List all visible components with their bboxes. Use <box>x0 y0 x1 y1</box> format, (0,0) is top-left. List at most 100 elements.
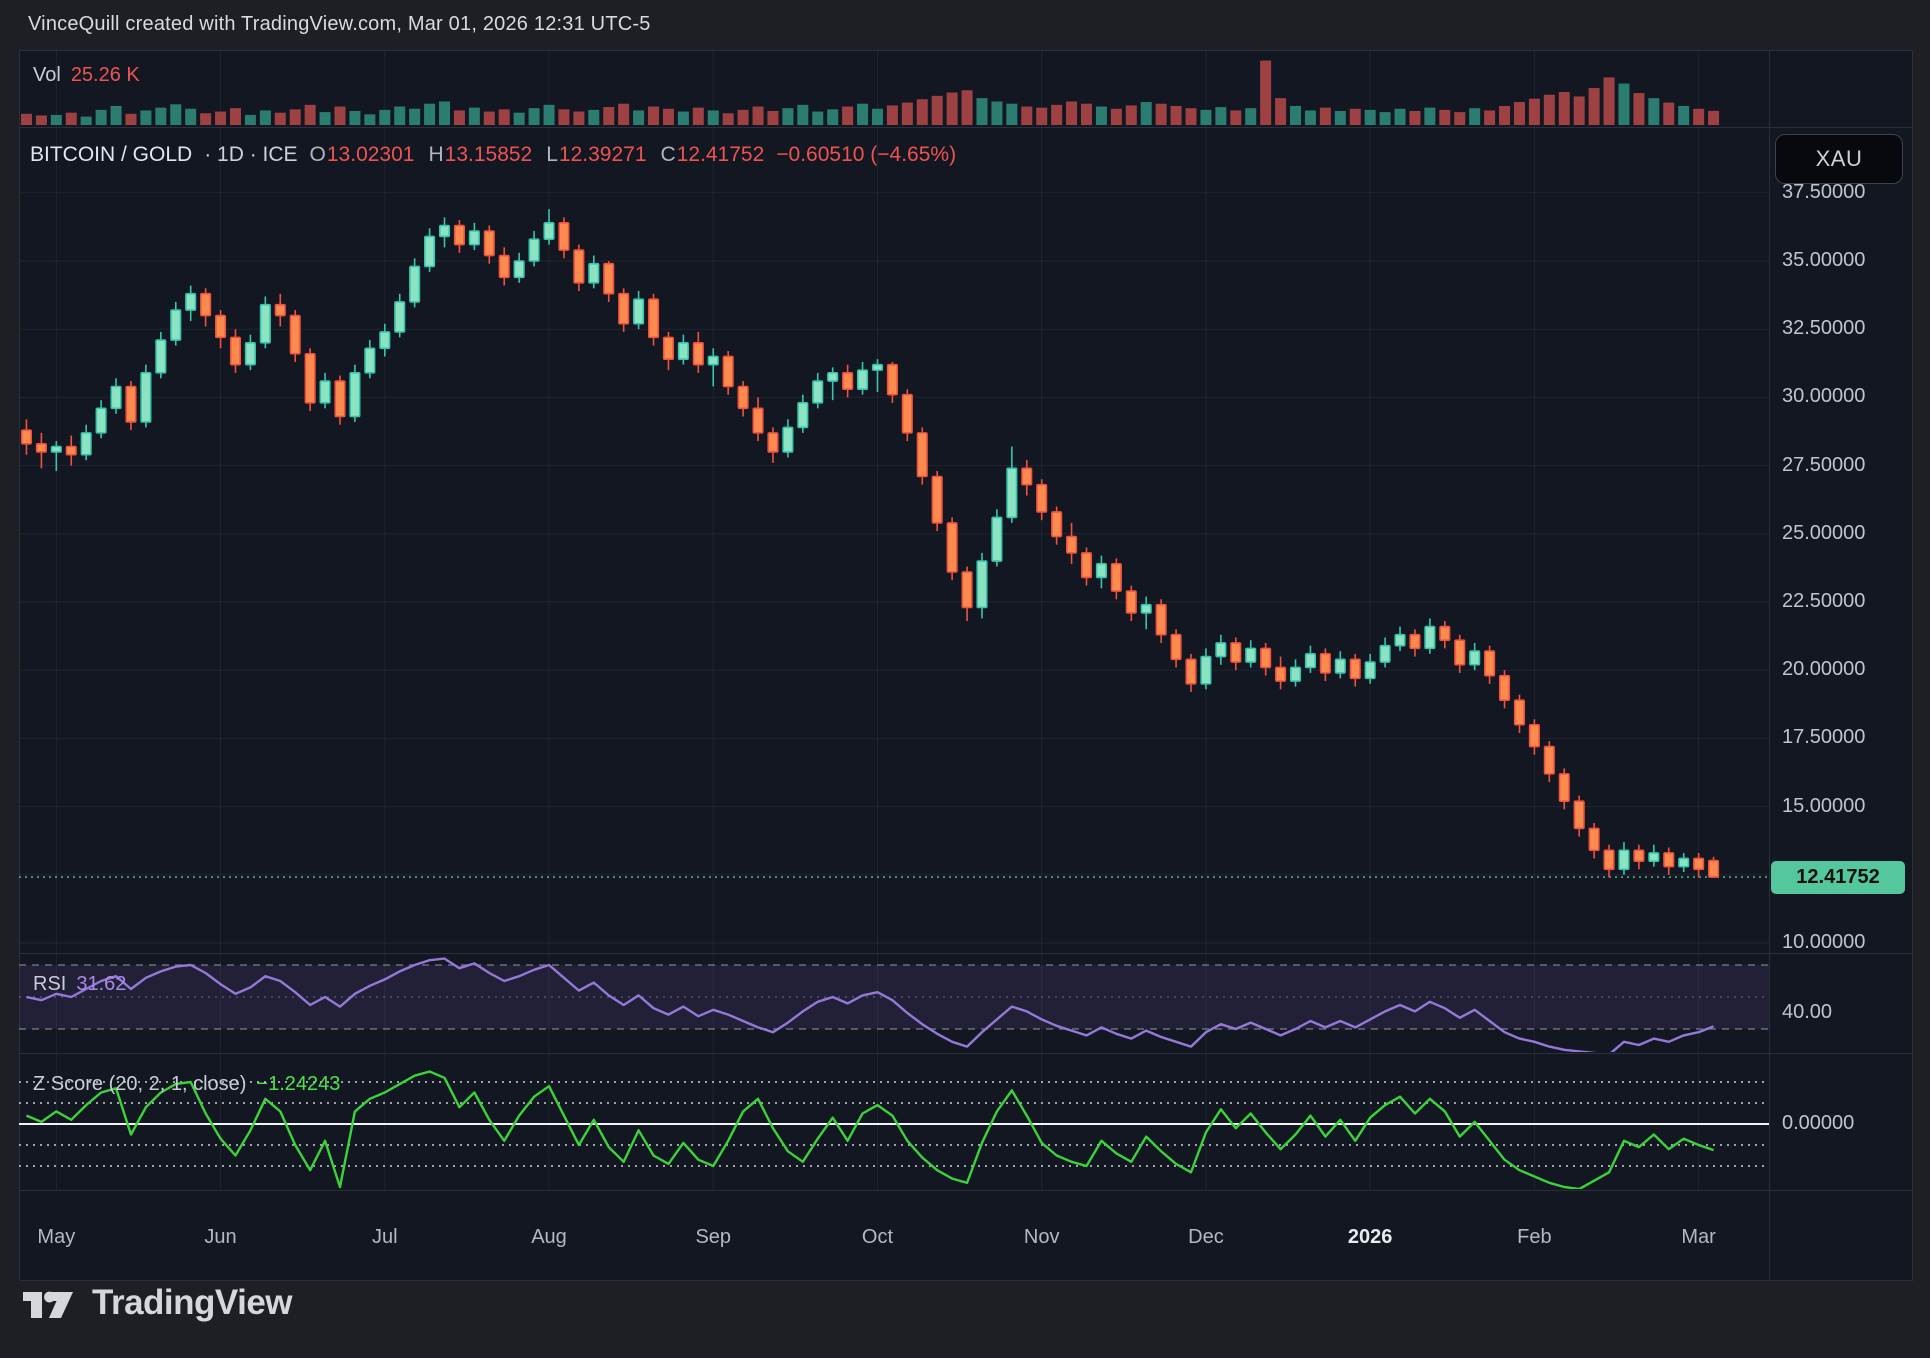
candle-body <box>1395 635 1405 646</box>
candle-body <box>768 433 778 452</box>
candle-body <box>1500 676 1510 701</box>
candle-body <box>1037 485 1047 512</box>
tradingview-wordmark[interactable]: TradingView <box>92 1283 292 1323</box>
rsi-legend: RSI 31.62 <box>33 973 126 996</box>
tradingview-logo-icon[interactable] <box>22 1287 78 1319</box>
candle-body <box>320 381 330 403</box>
candle-body <box>1097 564 1107 578</box>
candle-body <box>395 302 405 332</box>
time-axis-label: Feb <box>1517 1226 1551 1249</box>
candle-body <box>410 266 420 301</box>
candle-body <box>738 386 748 408</box>
candle-body <box>1604 850 1614 869</box>
candle-body <box>708 356 718 364</box>
candle-body <box>350 373 360 417</box>
candle-body <box>485 231 495 256</box>
pane-separator[interactable] <box>19 127 1913 128</box>
candle-body <box>1216 643 1226 657</box>
candle-body <box>962 572 972 607</box>
pane-separator[interactable] <box>19 953 1913 954</box>
candle-body <box>843 373 853 389</box>
ohlc-fields: O13.02301H13.15852L12.39271C12.41752 <box>310 143 765 167</box>
candle-body <box>1574 801 1584 828</box>
candle-body <box>604 264 614 294</box>
candle-body <box>947 523 957 572</box>
candle-body <box>1052 512 1062 537</box>
price-tick-label: 25.00000 <box>1782 522 1865 545</box>
symbol-title[interactable]: BITCOIN / GOLD <box>30 143 192 167</box>
candle-body <box>186 294 196 310</box>
candle-body <box>544 223 554 239</box>
candle-body <box>1365 662 1375 678</box>
candle-body <box>22 430 32 444</box>
candle-body <box>216 316 226 338</box>
time-axis-label: Dec <box>1188 1226 1224 1249</box>
candle-body <box>559 223 569 250</box>
price-tick-label: 22.50000 <box>1782 590 1865 613</box>
pane-separator[interactable] <box>19 1053 1913 1054</box>
time-axis-label: 2026 <box>1348 1226 1393 1249</box>
candle-body <box>619 294 629 324</box>
candle-body <box>903 395 913 433</box>
candle-body <box>1156 605 1166 635</box>
candle-body <box>37 444 47 452</box>
candle-body <box>365 348 375 373</box>
time-axis-label: Sep <box>695 1226 731 1249</box>
price-scale[interactable]: XAU 12.41752 37.5000035.0000032.5000030.… <box>1770 50 1913 1281</box>
candle-body <box>1201 657 1211 684</box>
rsi-label[interactable]: RSI <box>33 973 66 996</box>
candle-body <box>1380 646 1390 662</box>
candle-body <box>813 381 823 403</box>
volume-label[interactable]: Vol <box>33 64 61 87</box>
candle-body <box>649 299 659 337</box>
candle-body <box>470 231 480 245</box>
candle-body <box>664 337 674 359</box>
symbol-legend: BITCOIN / GOLD · 1D · ICE O13.02301H13.1… <box>30 143 956 167</box>
candle-body <box>574 250 584 283</box>
candle-body <box>679 343 689 359</box>
candle-body <box>992 517 1002 561</box>
candle-body <box>1425 627 1435 649</box>
zscore-label[interactable]: Z Score (20, 2, 1, close) <box>33 1073 246 1096</box>
candle-body <box>305 354 315 403</box>
candle-body <box>694 343 704 365</box>
candle-body <box>1410 635 1420 649</box>
ohlc-field: L12.39271 <box>546 143 646 167</box>
volume-value: 25.26 K <box>71 64 140 87</box>
volume-bars <box>21 61 1719 125</box>
zscore-value: −1.24243 <box>256 1073 340 1096</box>
time-axis-label: May <box>37 1226 75 1249</box>
candle-body <box>1694 858 1704 869</box>
rsi-band <box>19 965 1769 1029</box>
rsi-value: 31.62 <box>76 973 126 996</box>
price-tick-label: 37.50000 <box>1782 181 1865 204</box>
symbol-meta[interactable]: · 1D · ICE <box>204 143 297 167</box>
candle-body <box>1127 591 1137 613</box>
candle-body <box>1530 725 1540 747</box>
candle-body <box>1545 747 1555 774</box>
candle-body <box>1589 828 1599 850</box>
footer: TradingView <box>22 1283 292 1323</box>
candle-body <box>380 332 390 348</box>
price-tick-label: 15.00000 <box>1782 795 1865 818</box>
candle-body <box>1679 858 1689 866</box>
price-tick-label: 17.50000 <box>1782 726 1865 749</box>
candle-body <box>1186 659 1196 684</box>
candle-body <box>1291 667 1301 681</box>
time-scale[interactable]: MayJunJulAugSepOctNovDec2026FebMar <box>19 1190 1769 1281</box>
candle-body <box>1350 659 1360 678</box>
price-tick-label: 32.50000 <box>1782 317 1865 340</box>
candle-body <box>1634 850 1644 861</box>
candle-body <box>141 373 151 422</box>
candle-body <box>440 226 450 237</box>
chart-canvas[interactable] <box>0 0 1930 1358</box>
candle-body <box>1336 659 1346 673</box>
candle-body <box>1649 853 1659 861</box>
candle-body <box>171 310 181 340</box>
candle-body <box>1082 553 1092 578</box>
price-tick-label: 20.00000 <box>1782 658 1865 681</box>
candle-body <box>1231 643 1241 662</box>
candle-body <box>1007 468 1017 517</box>
ohlc-field: C12.41752 <box>661 143 765 167</box>
currency-badge[interactable]: XAU <box>1775 134 1903 184</box>
